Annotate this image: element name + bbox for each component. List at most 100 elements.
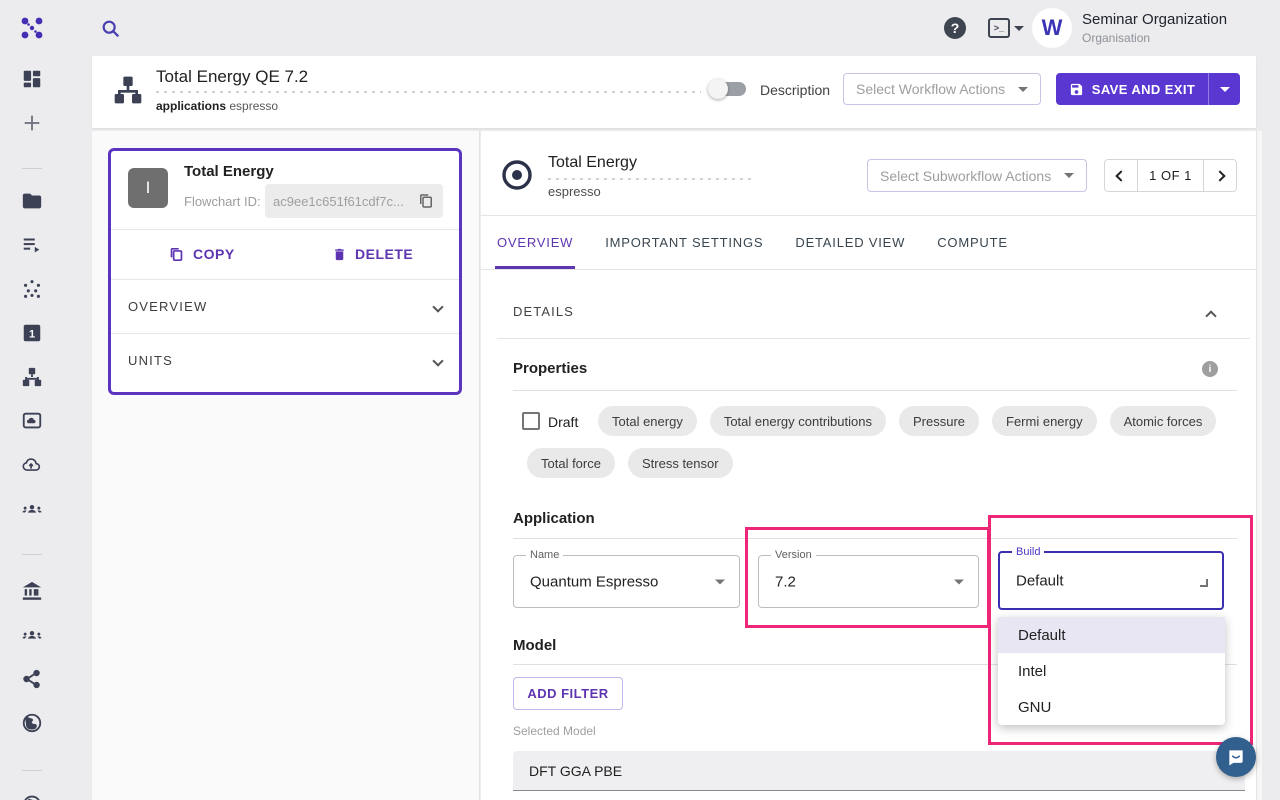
workflow-subtitle: applications espresso [156,99,278,113]
property-chips-row-2: Total force Stress tensor [527,448,733,478]
tab-important-settings[interactable]: IMPORTANT SETTINGS [589,235,779,250]
chip-total-energy[interactable]: Total energy [598,406,697,436]
chip-atomic-forces[interactable]: Atomic forces [1110,406,1217,436]
subworkflow-actions-placeholder: Select Subworkflow Actions [880,168,1056,184]
section-label: OVERVIEW [128,299,207,314]
toggle-knob [708,79,728,99]
selected-model-select[interactable]: DFT GGA PBE [513,751,1245,791]
caret-down-icon [1018,87,1028,92]
divider [111,229,459,230]
app-logo-molecule-icon[interactable] [18,14,46,42]
tab-compute[interactable]: COMPUTE [921,235,1024,250]
build-option-intel[interactable]: Intel [998,653,1225,689]
save-icon [1069,82,1084,97]
divider [513,390,1237,391]
save-and-exit-split-button: SAVE AND EXIT [1056,73,1240,105]
globe-partial-icon[interactable] [21,792,43,800]
jobs-list-icon[interactable] [21,234,43,256]
save-and-exit-label: SAVE AND EXIT [1092,82,1195,97]
app-root: ? >_ W Seminar Organization Organisation [0,0,1280,800]
topbar: ? >_ W Seminar Organization Organisation [0,0,1280,56]
application-version-select[interactable]: Version 7.2 [758,555,979,608]
subworkflow-actions-select[interactable]: Select Subworkflow Actions [867,159,1087,192]
atoms-cluster-icon[interactable] [21,278,43,300]
numbered-box-icon[interactable]: 1 [21,322,43,344]
search-icon[interactable] [100,18,122,40]
help-icon[interactable]: ? [944,17,966,39]
tab-overview[interactable]: OVERVIEW [481,235,589,250]
unit-card-section-units[interactable]: UNITS [111,334,459,387]
tab-detailed-view[interactable]: DETAILED VIEW [779,235,921,250]
copy-id-icon[interactable] [417,192,435,210]
rail-divider [22,168,42,169]
unit-title: Total Energy [184,163,274,180]
terminal-icon[interactable]: >_ [988,17,1026,39]
workflow-subtitle-bold: applications [156,99,226,113]
caret-down-icon [1220,87,1230,92]
users-icon[interactable] [21,624,43,646]
draft-label: Draft [548,414,578,430]
team-icon[interactable] [21,498,43,520]
description-toggle[interactable] [708,77,750,101]
save-and-exit-button[interactable]: SAVE AND EXIT [1056,73,1208,105]
delete-label: DELETE [355,246,413,262]
pager-prev-button[interactable] [1105,160,1138,191]
chevron-down-icon [432,301,443,312]
workflow-tree-icon [112,74,144,111]
property-chips-row-1: Total energy Total energy contributions … [598,406,1216,436]
flowchart-id-field[interactable] [265,184,443,218]
add-filter-button[interactable]: ADD FILTER [513,677,623,710]
save-options-caret-button[interactable] [1208,73,1240,105]
chat-launcher-button[interactable] [1216,737,1256,777]
workflow-subtitle-rest: espresso [229,99,278,113]
chevron-down-icon [432,355,443,366]
cloud-upload-icon[interactable] [21,454,43,476]
rail-divider [22,770,42,771]
terminal-glyph: >_ [988,18,1010,38]
globe-icon[interactable] [21,712,43,734]
workflow-actions-placeholder: Select Workflow Actions [856,81,1010,97]
avatar: W [1032,8,1072,48]
chip-fermi-energy[interactable]: Fermi energy [992,406,1097,436]
flowchart-id-input[interactable] [273,194,411,209]
screen-cloud-icon[interactable] [21,410,43,432]
chip-pressure[interactable]: Pressure [899,406,979,436]
share-icon[interactable] [21,668,43,690]
selected-model-value: DFT GGA PBE [529,763,1219,779]
info-icon[interactable]: i [1202,361,1218,377]
add-icon[interactable] [21,112,43,134]
caret-down-icon [715,579,725,584]
application-name-select[interactable]: Name Quantum Espresso [513,555,740,608]
draft-checkbox[interactable] [522,412,540,430]
application-build-select[interactable]: Build Default [998,551,1224,610]
pager-next-button[interactable] [1203,160,1236,191]
unit-badge: I [128,168,168,208]
folder-icon[interactable] [21,190,43,212]
org-type: Organisation [1082,31,1227,45]
unit-card-section-overview[interactable]: OVERVIEW [111,280,459,333]
radio-target-icon [500,158,534,197]
description-label: Description [760,82,830,98]
workflow-actions-select[interactable]: Select Workflow Actions [843,73,1041,105]
build-field-label: Build [1012,546,1044,558]
version-field-value: 7.2 [775,573,796,590]
terminal-caret-icon [1014,26,1024,31]
chip-total-energy-contributions[interactable]: Total energy contributions [710,406,886,436]
chip-stress-tensor[interactable]: Stress tensor [628,448,733,478]
details-collapse-button[interactable] [1207,307,1215,325]
workflow-title: Total Energy QE 7.2 [156,67,308,87]
account-menu[interactable]: W Seminar Organization Organisation [1032,8,1227,48]
subworkflow-pager: 1 OF 1 [1104,159,1237,192]
build-option-gnu[interactable]: GNU [998,689,1225,725]
selected-model-label: Selected Model [513,724,596,738]
unit-card-total-energy[interactable]: I Total Energy Flowchart ID: COPY DELETE… [108,148,462,395]
delete-unit-button[interactable]: DELETE [332,240,413,268]
bank-icon[interactable] [21,580,43,602]
copy-unit-button[interactable]: COPY [168,240,235,268]
build-option-default[interactable]: Default [998,617,1225,653]
dashboard-icon[interactable] [21,68,43,90]
chip-total-force[interactable]: Total force [527,448,615,478]
scrollbar-track[interactable] [1256,131,1262,800]
left-nav-rail: 1 [0,56,64,800]
workflow-tree-icon[interactable] [21,366,43,388]
